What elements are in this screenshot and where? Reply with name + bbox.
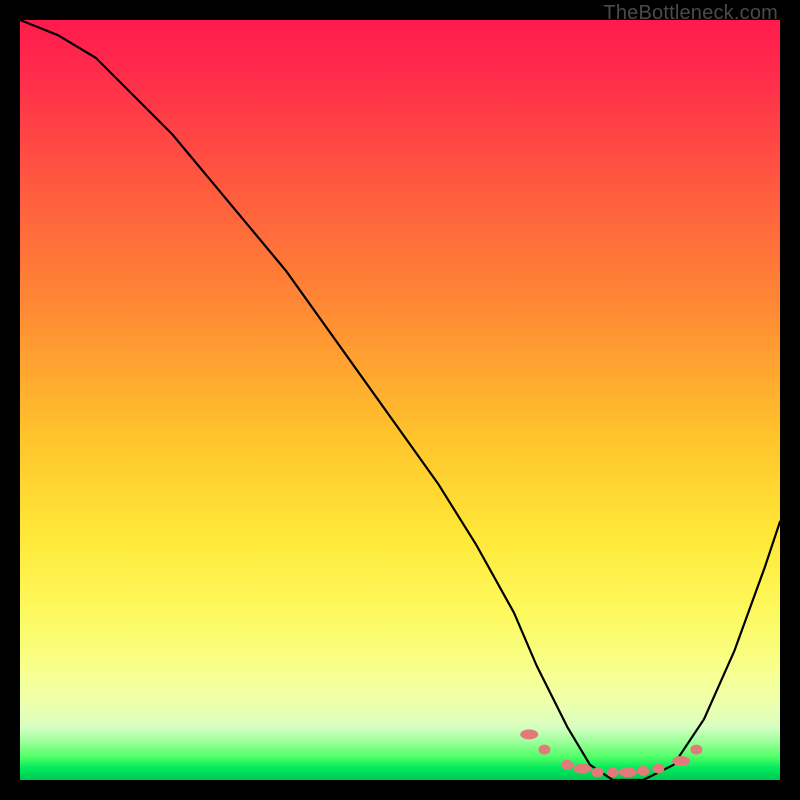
highlight-dots [520, 729, 702, 777]
marker-dot [690, 745, 702, 755]
bottleneck-curve [20, 20, 780, 780]
marker-dot [538, 745, 550, 755]
marker-dot [619, 767, 637, 777]
marker-dot [573, 764, 591, 774]
attribution-text: TheBottleneck.com [603, 2, 778, 25]
marker-dot [672, 756, 690, 766]
marker-dot [592, 767, 604, 777]
marker-dot [607, 767, 619, 777]
curve-layer [20, 20, 780, 780]
plot-area [20, 20, 780, 780]
marker-dot [637, 766, 649, 776]
marker-dot [520, 729, 538, 739]
marker-dot [652, 764, 664, 774]
marker-dot [561, 760, 573, 770]
chart-frame: TheBottleneck.com [0, 0, 800, 800]
